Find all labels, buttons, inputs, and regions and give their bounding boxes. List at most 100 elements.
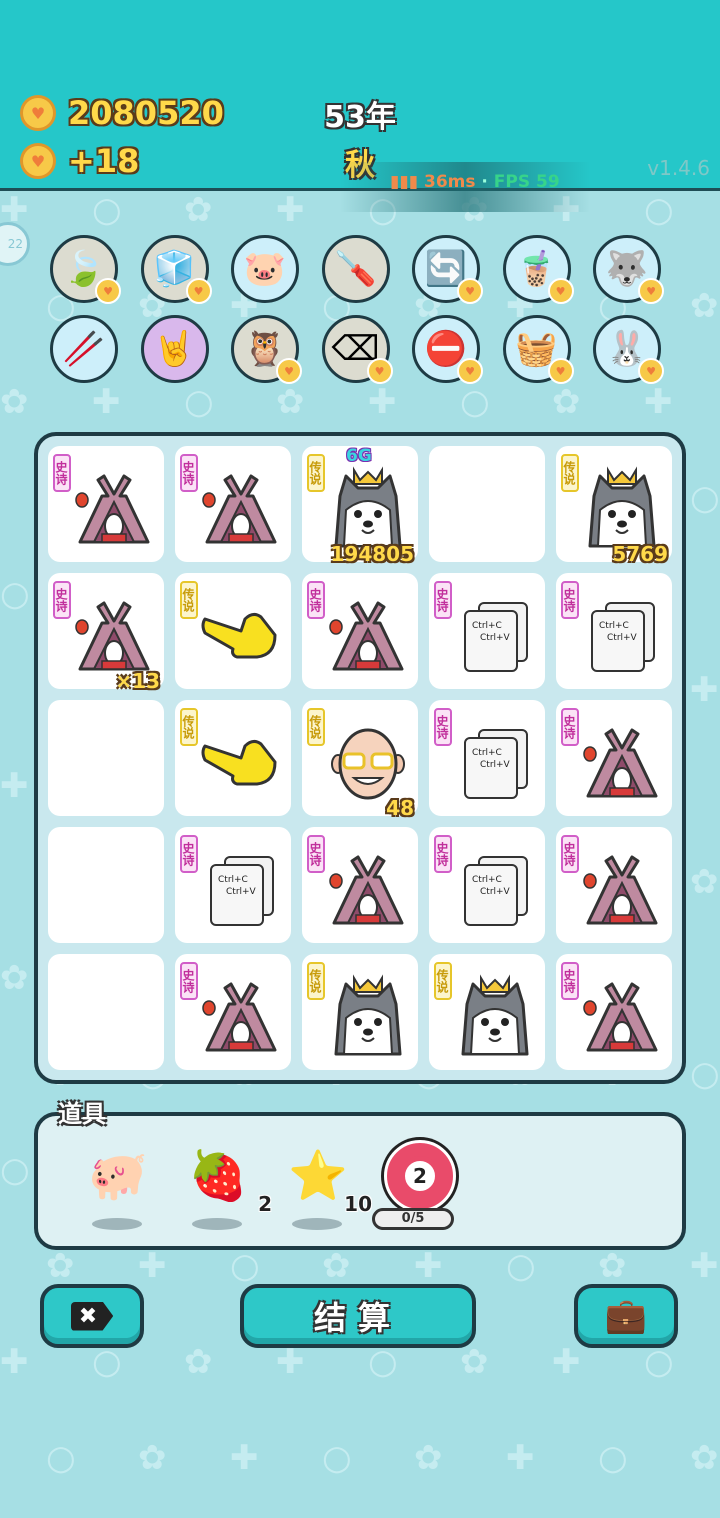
game-board: 史诗 史诗 传说 6G 194805 传说 5769 史诗 ×13 传说 史诗 史诗 Ctrl+C Ctr… (34, 432, 686, 1084)
board-cell-tent[interactable]: 史诗 (556, 954, 672, 1070)
board-cell-empty[interactable] (429, 446, 545, 562)
skill-button-husky[interactable]: 🐺 ♥ (593, 235, 664, 304)
income-counter: ♥ +18 (20, 142, 139, 180)
rabbit-tent-icon (197, 464, 285, 552)
rabbit-tent-icon (70, 464, 158, 552)
rarity-tag: 史诗 (180, 835, 198, 873)
bayberry-icon: 🍓 (188, 1147, 248, 1204)
copy-shortcut-text: Ctrl+C (599, 621, 629, 631)
speed-badge: 6G (346, 446, 372, 466)
rarity-tag: 史诗 (561, 962, 579, 1000)
items-label: 道具 (58, 1100, 106, 1128)
board-cell-copypaste[interactable]: 史诗 Ctrl+C Ctrl+V (429, 827, 545, 943)
skill-button-fruit-basket[interactable]: 🧺 ♥ (502, 315, 574, 384)
rarity-tag: 史诗 (180, 454, 198, 492)
heart-coin-icon: ♥ (547, 358, 574, 384)
board-cell-tent[interactable]: 史诗 (175, 446, 291, 562)
copy-paste-icon: Ctrl+C Ctrl+V (197, 845, 285, 933)
coin-counter: ♥ 2080520 (20, 94, 224, 132)
skill-button-delete-tag[interactable]: ⌫ ♥ (321, 315, 393, 384)
skill-button-rabbit[interactable]: 🐰 ♥ (593, 315, 664, 384)
fps-value: FPS 59 (493, 172, 560, 192)
item-shadow (192, 1218, 242, 1230)
heart-coin-icon: ♥ (366, 358, 393, 384)
heart-coin-icon: ♥ (95, 278, 121, 304)
settle-button[interactable]: 结算 (240, 1284, 476, 1348)
crowned-husky-icon (324, 464, 412, 552)
item-star[interactable]: ⭐ 10 (278, 1140, 372, 1240)
rarity-tag: 史诗 (180, 962, 198, 1000)
board-cell-copypaste[interactable]: 史诗 Ctrl+C Ctrl+V (175, 827, 291, 943)
coin-income: +18 (68, 142, 140, 180)
screwdriver-icon: 🪛 (334, 249, 377, 289)
board-cell-tent[interactable]: 史诗 (48, 446, 164, 562)
crowned-husky-icon (578, 464, 666, 552)
copy-shortcut-text: Ctrl+C (218, 875, 248, 885)
item-target[interactable]: 2 0/5 (372, 1140, 458, 1240)
rarity-tag: 传说 (307, 708, 325, 746)
rarity-tag: 史诗 (434, 708, 452, 746)
version-label: v1.4.6 (647, 156, 710, 180)
skill-button-minus-circle[interactable]: ⛔ ♥ (412, 315, 483, 384)
rabbit-tent-icon (324, 591, 412, 679)
signal-icon: ▮▮▮ (390, 172, 424, 192)
rarity-tag: 史诗 (434, 581, 452, 619)
heart-coin-icon: ♥ (457, 278, 483, 304)
piggy-bank-icon: 🐷 (243, 249, 287, 289)
skill-button-screwdriver[interactable]: 🪛 (321, 235, 390, 303)
rarity-tag: 传说 (434, 962, 452, 1000)
board-cell-tent[interactable]: 史诗 (556, 700, 672, 816)
board-cell-hand[interactable]: 传说 (175, 573, 291, 689)
year-label: 53年 (324, 100, 396, 135)
skill-button-piggy-bank[interactable]: 🐷 (231, 235, 299, 303)
board-cell-tent[interactable]: 史诗 (302, 573, 418, 689)
rarity-tag: 史诗 (561, 581, 579, 619)
heart-coin-icon: ♥ (638, 358, 664, 384)
target-icon: 2 (384, 1140, 456, 1212)
bag-button[interactable]: 💼 (574, 1284, 678, 1348)
board-cell-empty[interactable] (48, 700, 164, 816)
board-cell-husky[interactable]: 传说 (302, 954, 418, 1070)
board-cell-husky[interactable]: 传说 (429, 954, 545, 1070)
skill-button-owl[interactable]: 🦉 ♥ (231, 315, 302, 384)
rarity-tag: 史诗 (307, 835, 325, 873)
board-cell-empty[interactable] (48, 954, 164, 1070)
board-cell-hand[interactable]: 传说 (175, 700, 291, 816)
item-piggy-bank[interactable]: 🐖 (78, 1140, 158, 1240)
board-cell-tent[interactable]: 史诗 (175, 954, 291, 1070)
board-cell-empty[interactable] (48, 827, 164, 943)
rock-hand-icon: 🤘 (153, 329, 196, 369)
skill-button-chopsticks[interactable]: 🥢 (50, 315, 118, 383)
briefcase-icon: 💼 (604, 1296, 648, 1336)
rarity-tag: 史诗 (434, 835, 452, 873)
skill-button-rock-hand[interactable]: 🤘 (140, 315, 209, 383)
skill-button-refresh[interactable]: 🔄 ♥ (412, 235, 483, 304)
chopsticks-icon: 🥢 (62, 329, 106, 369)
board-cell-husky[interactable]: 传说 6G 194805 (302, 446, 418, 566)
item-bayberry[interactable]: 🍓 2 (178, 1140, 272, 1240)
copy-paste-icon: Ctrl+C Ctrl+V (578, 591, 666, 679)
remove-button[interactable]: ✖ (40, 1284, 144, 1348)
rabbit-tent-icon (578, 972, 666, 1060)
item-count: 10 (344, 1192, 372, 1216)
skill-button-bubble-tea[interactable]: 🧋 ♥ (502, 235, 574, 304)
board-cell-tent[interactable]: 史诗 (556, 827, 672, 943)
board-cell-oldman[interactable]: 传说 48 (302, 700, 418, 820)
paste-shortcut-text: Ctrl+V (480, 760, 510, 770)
heart-coin-icon: ♥ (185, 278, 212, 304)
heart-coin-icon: ♥ (638, 278, 664, 304)
rarity-tag: 传说 (307, 962, 325, 1000)
skill-button-sugar-cubes[interactable]: 🧊 ♥ (140, 235, 212, 304)
rabbit-tent-icon (70, 591, 158, 679)
board-cell-tent[interactable]: 史诗 (302, 827, 418, 943)
copy-shortcut-text: Ctrl+C (472, 621, 502, 631)
crowned-husky-icon (451, 972, 539, 1060)
skill-button-leaf[interactable]: 🍃 ♥ (50, 235, 121, 304)
pointing-hand-icon (197, 718, 285, 806)
board-cell-copypaste[interactable]: 史诗 Ctrl+C Ctrl+V (429, 573, 545, 689)
paste-shortcut-text: Ctrl+V (480, 633, 510, 643)
board-cell-copypaste[interactable]: 史诗 Ctrl+C Ctrl+V (556, 573, 672, 689)
board-cell-tent[interactable]: 史诗 ×13 (48, 573, 164, 693)
board-cell-husky[interactable]: 传说 5769 (556, 446, 672, 566)
board-cell-copypaste[interactable]: 史诗 Ctrl+C Ctrl+V (429, 700, 545, 816)
